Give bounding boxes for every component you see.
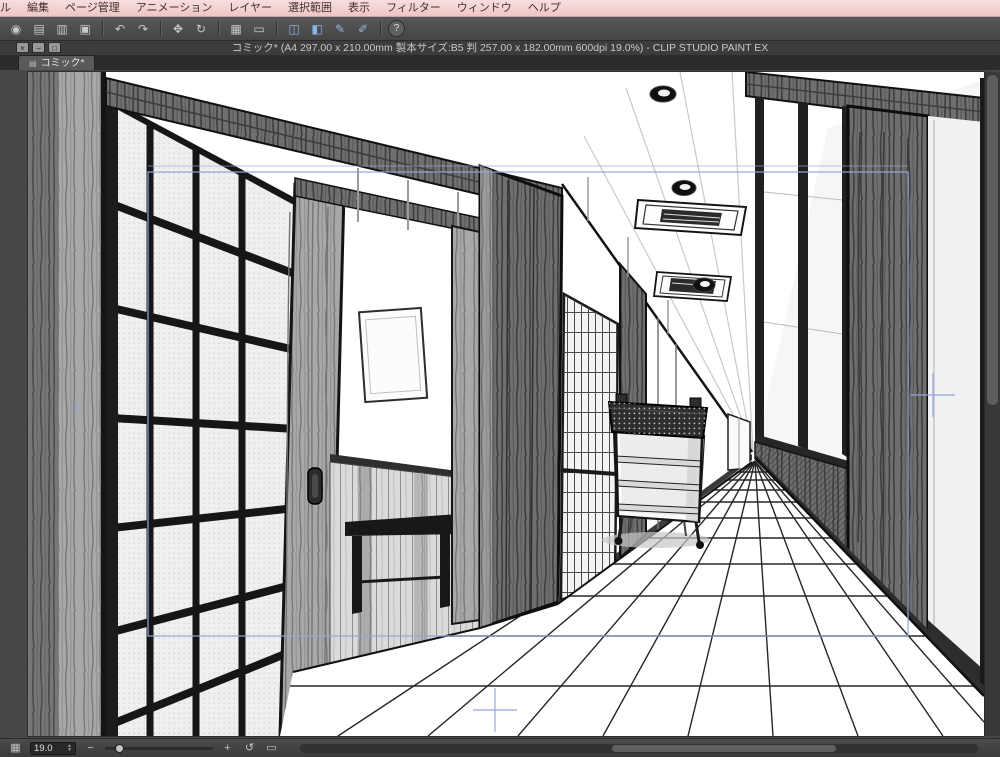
toolbar-separator bbox=[102, 21, 103, 36]
app-logo-icon[interactable]: ◉ bbox=[6, 20, 26, 38]
selection-icon[interactable]: ▭ bbox=[249, 20, 269, 38]
right-white-panel bbox=[928, 116, 984, 686]
hallway-end-door bbox=[727, 412, 751, 471]
tab-comic-document[interactable]: ▤ コミック* bbox=[18, 55, 96, 70]
menu-item-selection[interactable]: 選択範囲 bbox=[280, 0, 340, 16]
vertical-scrollbar-thumb[interactable] bbox=[987, 75, 998, 405]
door-handle bbox=[307, 467, 323, 505]
toolbar-separator bbox=[218, 21, 219, 36]
zoom-slider-thumb[interactable] bbox=[115, 743, 124, 753]
fit-screen-icon[interactable]: ▭ bbox=[264, 739, 279, 757]
undo-icon[interactable]: ↶ bbox=[110, 20, 130, 38]
minimize-button[interactable]: − bbox=[32, 42, 45, 53]
zoom-slider[interactable] bbox=[105, 743, 213, 753]
toolbar-separator bbox=[380, 21, 381, 36]
menu-item-layer[interactable]: レイヤー bbox=[220, 0, 280, 16]
redo-icon[interactable]: ↷ bbox=[133, 20, 153, 38]
close-button[interactable]: × bbox=[16, 42, 29, 53]
grid-icon[interactable]: ▦ bbox=[226, 20, 246, 38]
horizontal-scrollbar[interactable] bbox=[300, 744, 978, 753]
shoji-screen-left bbox=[106, 96, 295, 736]
open-file-icon[interactable]: ▥ bbox=[52, 20, 72, 38]
save-file-icon[interactable]: ▣ bbox=[75, 20, 95, 38]
menu-item-view[interactable]: 表示 bbox=[340, 0, 378, 16]
menu-bar: ル 編集 ページ管理 アニメーション レイヤー 選択範囲 表示 フィルター ウィ… bbox=[0, 0, 1000, 17]
wood-pillar-left bbox=[28, 72, 106, 736]
hallway-shoji-door bbox=[559, 291, 620, 602]
zoom-step-down-icon[interactable]: ▼ bbox=[67, 748, 72, 753]
menu-item-filter[interactable]: フィルター bbox=[378, 0, 449, 16]
horizontal-scrollbar-thumb[interactable] bbox=[611, 745, 836, 752]
new-canvas-icon[interactable]: ▤ bbox=[29, 20, 49, 38]
toolbar-separator bbox=[160, 21, 161, 36]
menu-item-edit[interactable]: 編集 bbox=[19, 0, 57, 16]
rotate-reset-icon[interactable]: ↺ bbox=[242, 739, 257, 757]
dark-sliding-door bbox=[478, 163, 564, 631]
rotate-view-icon[interactable]: ↻ bbox=[191, 20, 211, 38]
menu-item-help[interactable]: ヘルプ bbox=[520, 0, 569, 16]
zoom-value: 19.0 bbox=[34, 742, 53, 754]
ceiling-ac-unit-2 bbox=[652, 271, 733, 302]
wood-post-mid bbox=[451, 224, 481, 626]
page-icon: ▤ bbox=[29, 58, 37, 68]
menu-item-animation[interactable]: アニメーション bbox=[128, 0, 221, 16]
canvas-artwork[interactable] bbox=[28, 72, 984, 736]
canvas-tab-bar: ▤ コミック* bbox=[0, 55, 1000, 70]
pen-settings-icon[interactable]: ✐ bbox=[353, 20, 373, 38]
document-title: コミック* (A4 297.00 x 210.00mm 製本サイズ:B5 判 2… bbox=[231, 42, 769, 54]
vertical-scrollbar[interactable] bbox=[984, 72, 1000, 736]
window-controls: × − □ bbox=[16, 42, 61, 53]
transform-icon[interactable]: ✥ bbox=[168, 20, 188, 38]
menu-item-window[interactable]: ウィンドウ bbox=[449, 0, 520, 16]
toolbar-separator bbox=[276, 21, 277, 36]
snap-special-icon[interactable]: ◧ bbox=[307, 20, 327, 38]
help-icon[interactable]: ? bbox=[388, 20, 405, 37]
pen-tool-icon[interactable]: ✎ bbox=[330, 20, 350, 38]
navigator-icon[interactable]: ▦ bbox=[8, 739, 23, 757]
status-bar: ▦ 19.0 ▲ ▼ − + ↺ ▭ bbox=[0, 738, 1000, 757]
zoom-level-field[interactable]: 19.0 ▲ ▼ bbox=[30, 741, 76, 755]
zoom-out-icon[interactable]: − bbox=[83, 739, 98, 757]
restore-button[interactable]: □ bbox=[48, 42, 61, 53]
room-poster bbox=[357, 306, 429, 404]
document-title-bar: × − □ コミック* (A4 297.00 x 210.00mm 製本サイズ:… bbox=[0, 41, 1000, 55]
zoom-steppers[interactable]: ▲ ▼ bbox=[67, 743, 72, 753]
main-toolbar: ◉ ▤ ▥ ▣ ↶ ↷ ✥ ↻ ▦ ▭ ◫ ◧ ✎ ✐ ? bbox=[0, 17, 1000, 41]
zoom-in-icon[interactable]: + bbox=[220, 739, 235, 757]
tab-label: コミック* bbox=[40, 57, 85, 69]
menu-item-file[interactable]: ル bbox=[0, 0, 19, 16]
snap-ruler-icon[interactable]: ◫ bbox=[284, 20, 304, 38]
canvas-workspace bbox=[0, 70, 1000, 738]
ceiling-ac-unit-1 bbox=[633, 198, 748, 237]
menu-item-page-manage[interactable]: ページ管理 bbox=[57, 0, 128, 16]
